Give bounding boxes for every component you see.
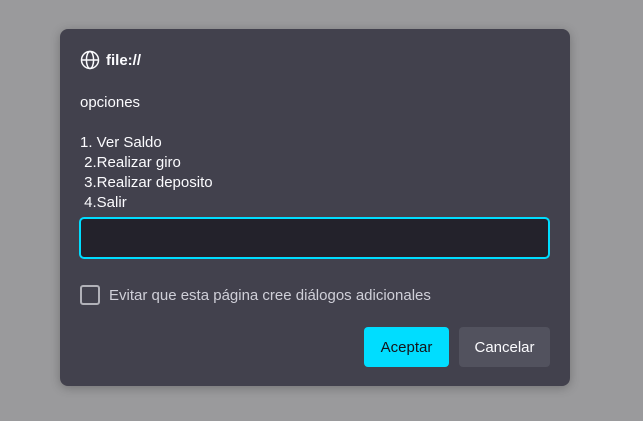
suppress-dialogs-label: Evitar que esta página cree diálogos adi… <box>109 286 431 304</box>
suppress-dialogs-option[interactable]: Evitar que esta página cree diálogos adi… <box>80 285 431 305</box>
dialog-origin: file:// <box>106 51 142 69</box>
prompt-input[interactable] <box>79 217 550 259</box>
globe-icon <box>80 50 100 70</box>
accept-button[interactable]: Aceptar <box>364 327 449 367</box>
dialog-header: file:// <box>80 50 141 70</box>
prompt-dialog: file:// opciones 1. Ver Saldo 2.Realizar… <box>60 29 570 386</box>
dialog-message: opciones 1. Ver Saldo 2.Realizar giro 3.… <box>80 94 213 211</box>
cancel-button[interactable]: Cancelar <box>459 327 550 367</box>
suppress-dialogs-checkbox[interactable] <box>80 285 100 305</box>
